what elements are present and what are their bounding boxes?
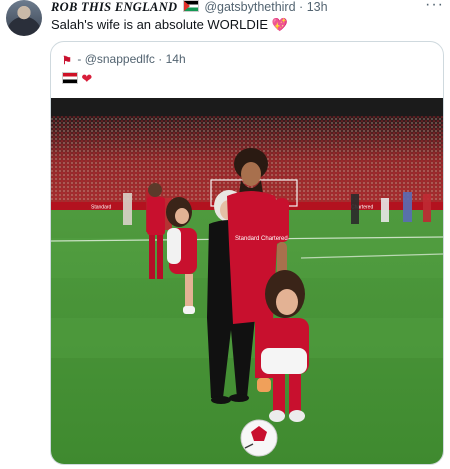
display-name[interactable]: ROB THIS ENGLAND — [51, 0, 177, 14]
quoted-author-prefix: - — [77, 52, 82, 66]
sparkling-heart-icon: 💖 — [271, 17, 288, 32]
lfc-crest-icon[interactable]: ⚑ — [62, 54, 74, 67]
quoted-tweet-text: ❤ — [62, 71, 92, 87]
quoted-author-handle[interactable]: @snappedlfc — [85, 52, 155, 66]
quoted-timestamp[interactable]: 14h — [166, 52, 186, 66]
tweet-header: ROB THIS ENGLAND @gatsbythethird · 13h — [51, 0, 450, 18]
tweet-body: Salah's wife is an absolute WORLDIE — [51, 17, 269, 32]
separator-dot: · — [299, 0, 304, 14]
shirt-sponsor-text: Standard Chartered — [235, 236, 288, 242]
stadium-family-photo[interactable]: Standard Chartered Standard Chartered — [51, 98, 443, 464]
author-avatar[interactable] — [6, 0, 42, 36]
egypt-flag-icon — [62, 72, 78, 84]
red-heart-icon: ❤ — [81, 71, 93, 86]
quoted-separator-dot: · — [158, 52, 163, 66]
author-handle[interactable]: @gatsbythethird — [204, 0, 295, 14]
tweet-text: Salah's wife is an absolute WORLDIE 💖 — [51, 17, 288, 33]
more-options-icon[interactable]: ··· — [425, 0, 444, 14]
quoted-tweet-card[interactable]: ⚑ - @snappedlfc · 14h ❤ Standard Charter… — [50, 41, 444, 465]
ad-board-text-1: Standard — [91, 205, 112, 211]
palestine-flag-icon — [182, 0, 199, 12]
quoted-tweet-header: ⚑ - @snappedlfc · 14h — [62, 52, 186, 67]
timestamp[interactable]: 13h — [307, 0, 328, 14]
